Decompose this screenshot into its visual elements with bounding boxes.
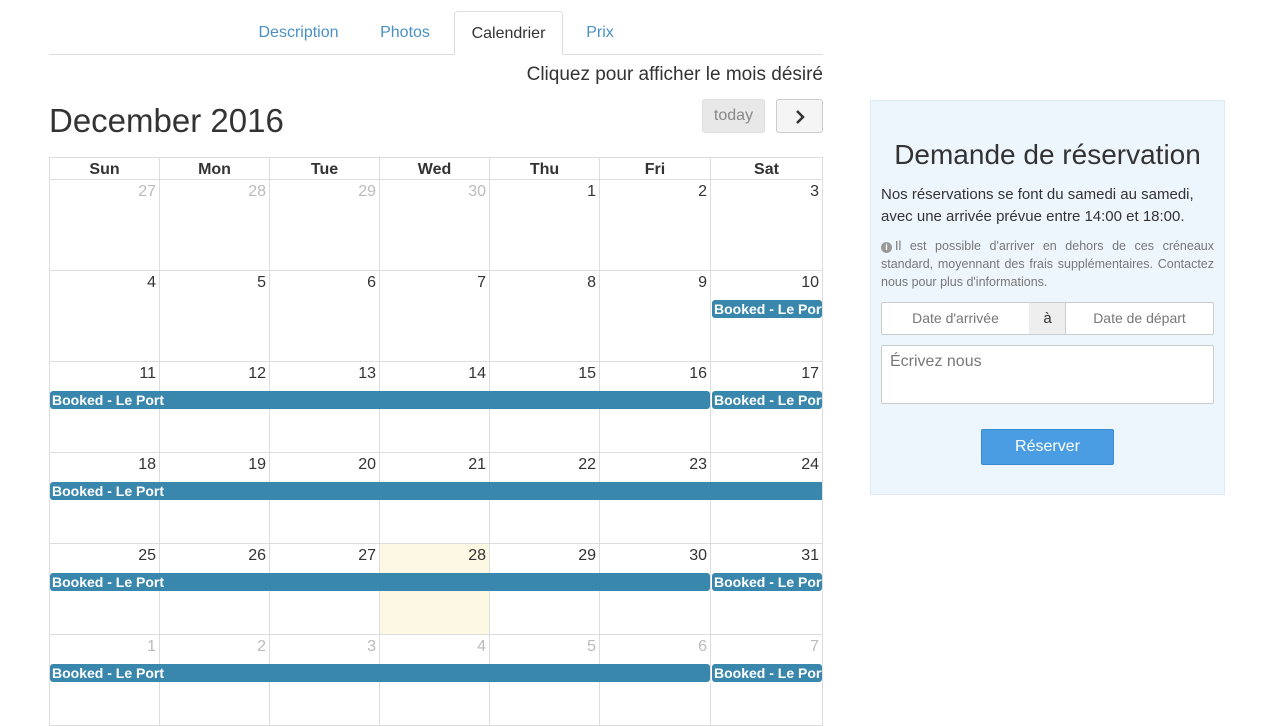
calendar-day[interactable]: 2 (600, 180, 711, 271)
booking-event[interactable]: Booked - Le Port (50, 664, 710, 682)
calendar-day[interactable]: 30 (380, 180, 490, 271)
day-number: 8 (587, 274, 596, 291)
day-number: 29 (578, 547, 596, 564)
day-header: Tue (269, 157, 380, 180)
day-number: 2 (257, 638, 266, 655)
day-number: 28 (468, 547, 486, 564)
arrival-date-field[interactable]: Date d'arrivée (881, 302, 1030, 335)
day-number: 7 (810, 638, 819, 655)
day-number: 1 (147, 638, 156, 655)
calendar-day[interactable]: 4 (49, 271, 160, 362)
booking-event[interactable]: Booked - Le Port (50, 391, 710, 409)
day-number: 25 (138, 547, 156, 564)
day-number: 3 (810, 183, 819, 200)
day-number: 4 (477, 638, 486, 655)
calendar-day[interactable]: 1 (490, 180, 600, 271)
day-number: 16 (689, 365, 707, 382)
calendar-day[interactable]: 5 (160, 271, 270, 362)
day-number: 11 (139, 365, 156, 382)
calendar-day[interactable]: 9 (600, 271, 711, 362)
day-number: 1 (587, 183, 596, 200)
message-textarea[interactable]: Écrivez nous (881, 345, 1214, 404)
day-header: Wed (379, 157, 490, 180)
booking-event[interactable]: Booked - Le Port (712, 391, 822, 409)
day-number: 27 (358, 547, 376, 564)
day-number: 5 (587, 638, 596, 655)
tab-bar: Description Photos Calendrier Prix (49, 11, 823, 55)
tab-description[interactable]: Description (238, 11, 359, 54)
day-number: 17 (801, 365, 819, 382)
day-number: 15 (578, 365, 596, 382)
calendar-day[interactable]: 3 (711, 180, 823, 271)
booking-event[interactable]: Booked - Le Port (50, 573, 710, 591)
booking-event[interactable]: Booked - Le Port (712, 300, 822, 318)
day-number: 30 (468, 183, 486, 200)
day-number: 21 (468, 456, 486, 473)
day-header: Fri (599, 157, 711, 180)
booking-panel: Demande de réservation Nos réservations … (870, 100, 1225, 495)
departure-date-field[interactable]: Date de départ (1065, 302, 1214, 335)
next-month-button[interactable] (776, 99, 823, 133)
day-number: 5 (257, 274, 266, 291)
booking-note: i Il est possible d'arriver en dehors de … (881, 237, 1214, 291)
date-separator: à (1029, 302, 1066, 335)
day-number: 29 (358, 183, 376, 200)
calendar-day[interactable]: 6 (270, 271, 380, 362)
calendar-day-headers: Sun Mon Tue Wed Thu Fri Sat (49, 157, 823, 181)
today-button[interactable]: today (702, 99, 765, 133)
day-number: 12 (248, 365, 266, 382)
day-number: 28 (248, 183, 266, 200)
booking-event[interactable]: Booked - Le Port (712, 664, 822, 682)
calendar-day[interactable]: 27 (49, 180, 160, 271)
date-range-group: Date d'arrivée à Date de départ (881, 302, 1214, 335)
day-number: 3 (367, 638, 376, 655)
day-number: 14 (468, 365, 486, 382)
tab-calendrier[interactable]: Calendrier (454, 11, 563, 55)
reserve-button[interactable]: Réserver (981, 429, 1114, 465)
day-number: 30 (689, 547, 707, 564)
booking-event[interactable]: Booked - Le Port (50, 482, 822, 500)
day-number: 10 (801, 274, 819, 291)
day-number: 6 (367, 274, 376, 291)
calendar-day[interactable]: 7 (380, 271, 490, 362)
calendar-day[interactable]: 28 (160, 180, 270, 271)
booking-event[interactable]: Booked - Le Port (712, 573, 822, 591)
day-number: 19 (248, 456, 266, 473)
info-icon: i (881, 242, 892, 253)
day-number: 7 (477, 274, 486, 291)
day-header: Sun (49, 157, 160, 180)
booking-description: Nos réservations se font du samedi au sa… (881, 186, 1194, 225)
calendar-day[interactable]: 29 (270, 180, 380, 271)
booking-note-text: Il est possible d'arriver en dehors de c… (881, 239, 1214, 289)
month-hint: Cliquez pour afficher le mois désiré (526, 64, 823, 85)
day-number: 13 (358, 365, 376, 382)
tab-photos[interactable]: Photos (363, 11, 447, 54)
tab-prix[interactable]: Prix (567, 11, 633, 54)
day-number: 22 (578, 456, 596, 473)
day-number: 26 (248, 547, 266, 564)
day-header: Mon (159, 157, 270, 180)
calendar-title: December 2016 (49, 102, 284, 139)
day-number: 23 (689, 456, 707, 473)
day-number: 18 (138, 456, 156, 473)
booking-title: Demande de réservation (894, 139, 1201, 170)
day-number: 31 (801, 547, 819, 564)
day-header: Thu (489, 157, 600, 180)
day-number: 6 (698, 638, 707, 655)
day-number: 27 (138, 183, 156, 200)
day-number: 2 (698, 183, 707, 200)
day-number: 24 (801, 456, 819, 473)
day-number: 20 (358, 456, 376, 473)
calendar-day[interactable]: 8 (490, 271, 600, 362)
day-number: 9 (698, 274, 707, 291)
day-number: 4 (147, 274, 156, 291)
day-header: Sat (710, 157, 823, 180)
chevron-right-icon (795, 106, 805, 126)
